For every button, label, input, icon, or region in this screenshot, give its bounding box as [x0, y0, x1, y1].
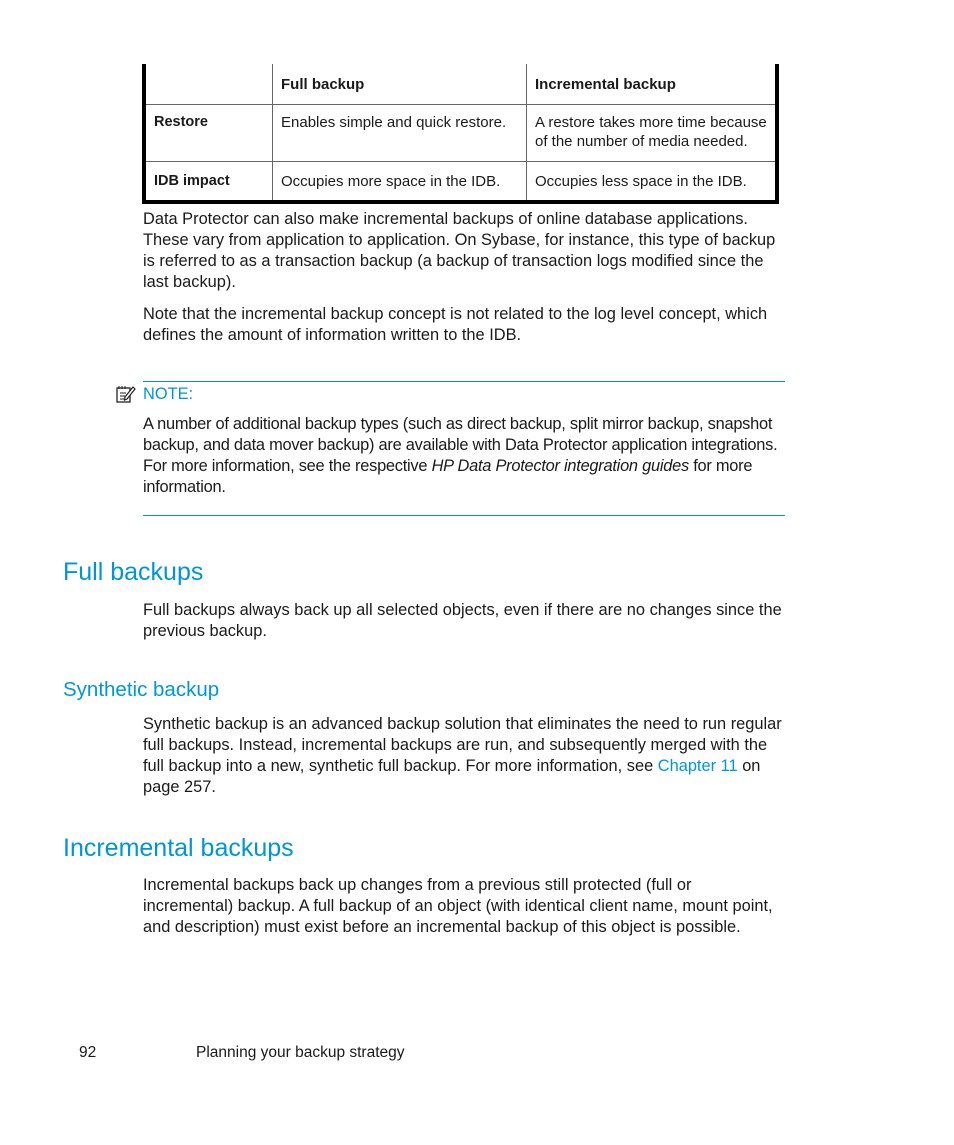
- note-text: A number of additional backup types (suc…: [143, 414, 791, 498]
- table-header-empty: [144, 64, 273, 105]
- note-top-rule: [143, 381, 785, 382]
- comparison-table: Full backup Incremental backup Restore E…: [142, 64, 779, 204]
- row-label: Restore: [144, 104, 273, 162]
- chapter-11-link[interactable]: Chapter 11: [658, 757, 738, 775]
- heading-full-backups: Full backups: [63, 558, 204, 586]
- row-label: IDB impact: [144, 161, 273, 202]
- table-row: Restore Enables simple and quick restore…: [144, 104, 777, 162]
- note-bottom-rule: [143, 515, 785, 516]
- note-text-italic: HP Data Protector integration guides: [431, 457, 690, 475]
- note-label: NOTE:: [143, 385, 194, 403]
- cell-full: Occupies more space in the IDB.: [272, 161, 527, 202]
- table-header-row: Full backup Incremental backup: [144, 64, 777, 105]
- table-row: IDB impact Occupies more space in the ID…: [144, 161, 777, 202]
- heading-synthetic-backup: Synthetic backup: [63, 678, 220, 701]
- paragraph-incremental-backups: Incremental backups back up changes from…: [143, 876, 773, 936]
- heading-incremental-backups: Incremental backups: [63, 834, 294, 862]
- page-number: 92: [79, 1044, 97, 1061]
- cell-incremental: Occupies less space in the IDB.: [526, 161, 777, 202]
- table-header-incremental: Incremental backup: [526, 64, 777, 105]
- cell-incremental: A restore takes more time because of the…: [526, 104, 777, 162]
- footer-chapter-title: Planning your backup strategy: [196, 1044, 405, 1061]
- paragraph-full-backups: Full backups always back up all selected…: [143, 601, 782, 640]
- paragraph-synthetic-backup: Synthetic backup is an advanced backup s…: [143, 714, 788, 798]
- table-header-full: Full backup: [272, 64, 527, 105]
- paragraph-log-level: Note that the incremental backup concept…: [143, 305, 768, 344]
- note-pencil-icon: [116, 385, 136, 403]
- paragraph-online-db: Data Protector can also make incremental…: [143, 210, 776, 291]
- cell-full: Enables simple and quick restore.: [272, 104, 527, 162]
